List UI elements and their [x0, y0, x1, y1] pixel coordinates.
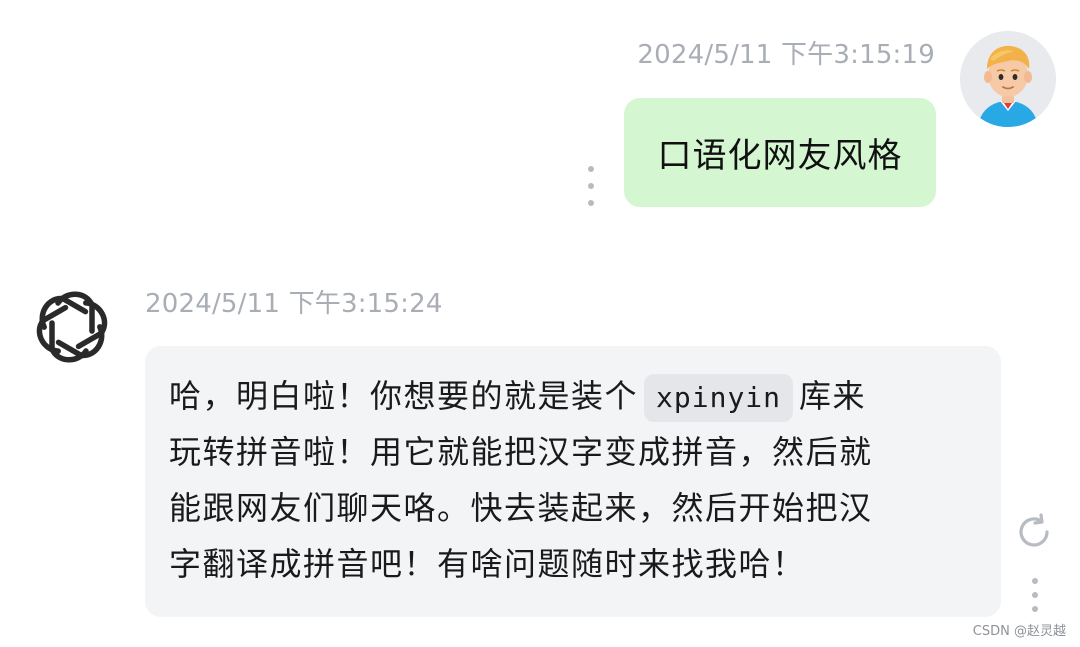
- regenerate-icon[interactable]: [1014, 512, 1054, 552]
- user-message-timestamp: 2024/5/11 下午3:15:19: [637, 40, 935, 70]
- ai-message-text: 库来: [799, 377, 867, 415]
- dot: [1032, 592, 1038, 598]
- dot: [1032, 606, 1038, 612]
- watermark: CSDN @赵灵越: [972, 624, 1066, 639]
- ai-message-more-icon[interactable]: [1025, 578, 1045, 612]
- inline-code: xpinyin: [644, 374, 794, 422]
- dot: [588, 200, 594, 206]
- dot: [588, 166, 594, 172]
- dot: [588, 183, 594, 189]
- ai-message-line: 玩转拼音啦！用它就能把汉字变成拼音，然后就: [169, 433, 873, 471]
- ai-message-line: 字翻译成拼音吧！有啥问题随时来找我哈！: [169, 545, 806, 583]
- user-message-more-icon[interactable]: [581, 166, 601, 206]
- ai-message-text: 哈，明白啦！你想要的就是装个: [169, 377, 639, 415]
- user-message-bubble: 口语化网友风格: [624, 98, 936, 207]
- ai-message-timestamp: 2024/5/11 下午3:15:24: [145, 289, 443, 319]
- dot: [1032, 578, 1038, 584]
- openai-logo-icon: [30, 285, 114, 369]
- user-message-text: 口语化网友风格: [657, 136, 903, 176]
- ai-message-bubble: 哈，明白啦！你想要的就是装个 xpinyin 库来 玩转拼音啦！用它就能把汉字变成拼…: [145, 346, 1001, 617]
- ai-message-line: 能跟网友们聊天咯。快去装起来，然后开始把汉: [169, 489, 873, 527]
- user-avatar-icon[interactable]: [960, 31, 1056, 127]
- ai-message-line: 哈，明白啦！你想要的就是装个 xpinyin 库来: [169, 368, 977, 424]
